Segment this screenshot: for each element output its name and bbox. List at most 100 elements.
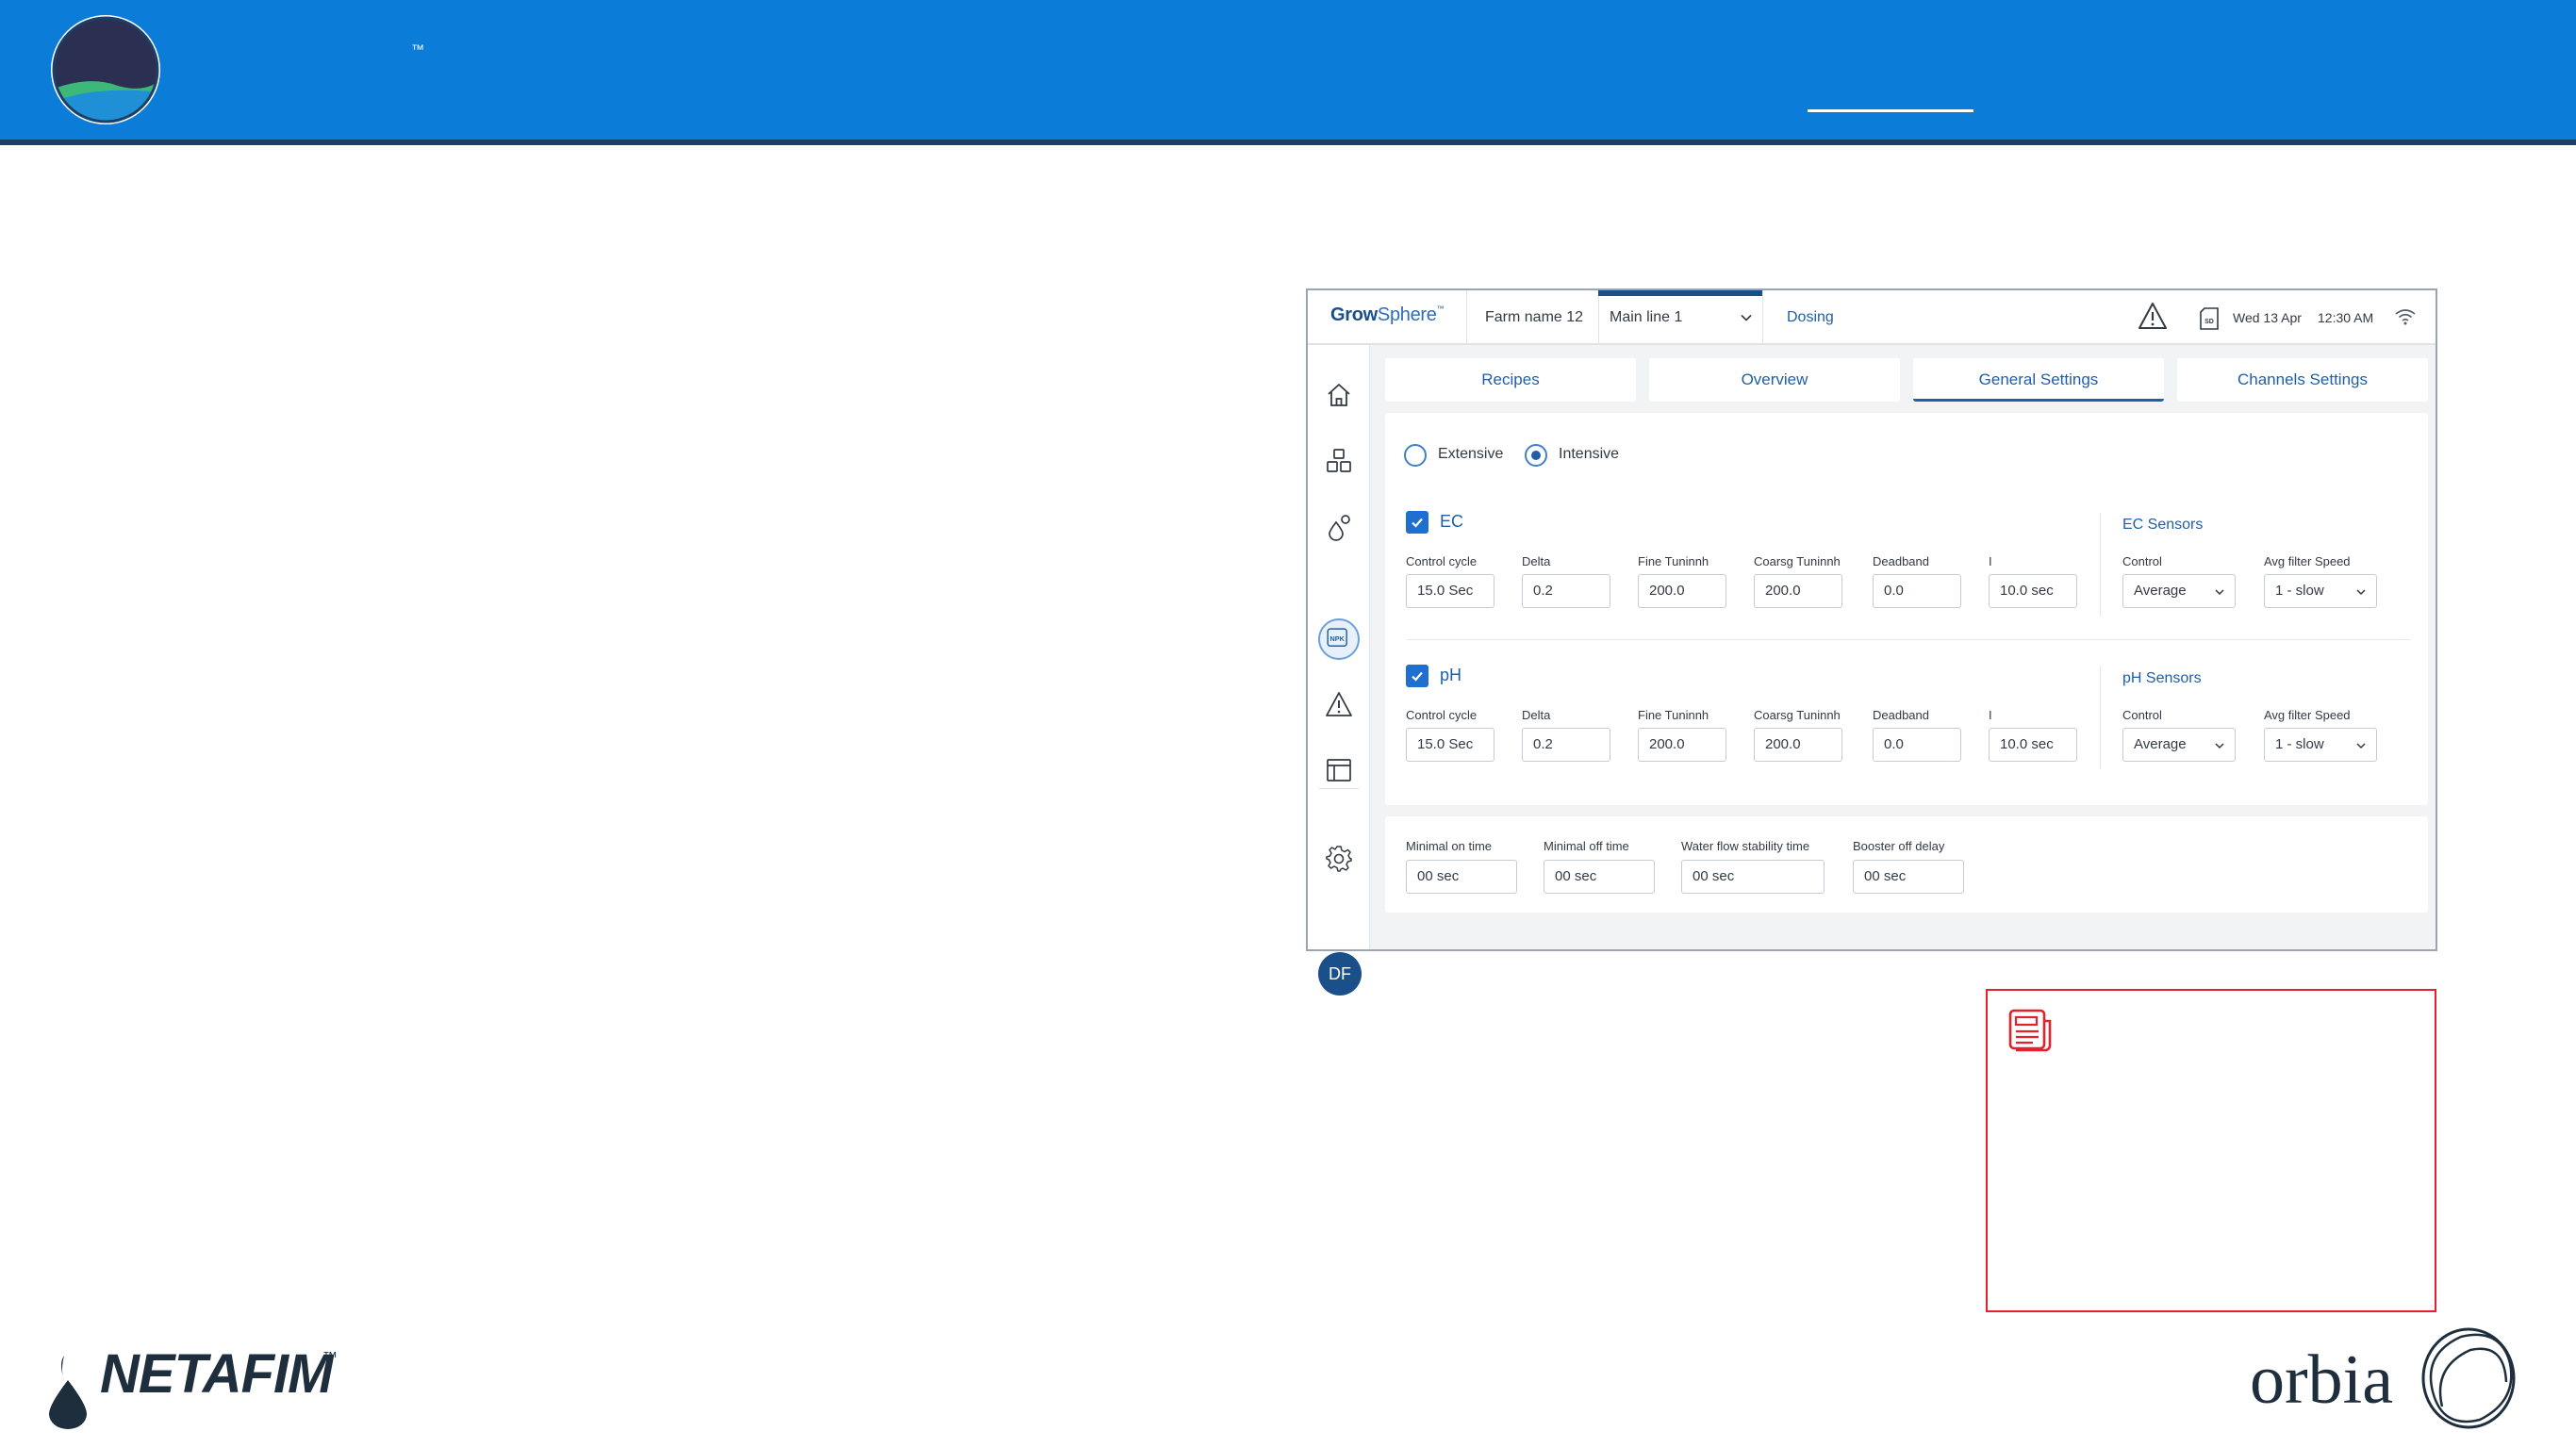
field-label: Avg filter Speed [2264, 708, 2351, 722]
ec-fine-tuning-input[interactable]: 200.0 [1638, 574, 1726, 608]
section-divider [2100, 666, 2101, 769]
dosing-icon[interactable] [1325, 513, 1353, 541]
home-icon[interactable] [1325, 381, 1353, 409]
ec-i-input[interactable]: 10.0 sec [1989, 574, 2077, 608]
brand-logo [51, 15, 160, 124]
note-box [1986, 989, 2436, 1312]
svg-text:SD: SD [2204, 319, 2214, 325]
main-line-select[interactable]: Main line 1 [1598, 290, 1762, 343]
fertigation-icon[interactable] [1325, 447, 1353, 475]
check-icon [1412, 671, 1423, 682]
orbia-logo-mark [2421, 1327, 2516, 1429]
tab-general-settings[interactable]: General Settings [1913, 358, 2164, 402]
field-label: Minimal off time [1544, 839, 1629, 853]
ph-control-select[interactable]: Average [2122, 728, 2236, 762]
minimal-off-time-input[interactable]: 00 sec [1544, 860, 1655, 894]
minimal-on-time-input[interactable]: 00 sec [1406, 860, 1517, 894]
header-time: 12:30 AM [2318, 310, 2374, 325]
app-sidebar: NPK DF [1308, 345, 1370, 996]
field-label: Coarsg Tuninnh [1754, 708, 1841, 722]
breadcrumb-dosing[interactable]: Dosing [1787, 309, 1834, 326]
select-value: Average [2134, 583, 2187, 599]
field-label: Control [2122, 708, 2162, 722]
header-divider [1762, 290, 1763, 343]
ec-deadband-input[interactable]: 0.0 [1873, 574, 1961, 608]
field-label: Booster off delay [1853, 839, 1945, 853]
ec-control-cycle-input[interactable]: 15.0 Sec [1406, 574, 1494, 608]
field-label: I [1989, 708, 1992, 722]
ec-filter-speed-select[interactable]: 1 - slow [2264, 574, 2377, 608]
npk-icon[interactable]: NPK [1318, 618, 1360, 660]
header-divider [1466, 290, 1467, 343]
ec-sensors-title: EC Sensors [2122, 517, 2204, 533]
app-header: GrowSphere™ Farm name 12 Main line 1 Dos… [1308, 290, 2436, 345]
water-flow-stability-input[interactable]: 00 sec [1681, 860, 1825, 894]
ph-fine-tuning-input[interactable]: 200.0 [1638, 728, 1726, 762]
chevron-down-icon [2356, 589, 2366, 596]
field-label: Delta [1522, 554, 1551, 568]
banner-active-underline [1808, 109, 1973, 112]
radio-intensive[interactable] [1525, 444, 1547, 467]
ec-delta-input[interactable]: 0.2 [1522, 574, 1610, 608]
netafim-trademark: ™ [322, 1350, 338, 1366]
ph-delta-input[interactable]: 0.2 [1522, 728, 1610, 762]
settings-icon[interactable] [1325, 845, 1353, 873]
sd-card-icon: SD [2200, 307, 2219, 330]
select-value: 1 - slow [2275, 583, 2324, 599]
field-label: Delta [1522, 708, 1551, 722]
svg-text:NPK: NPK [1330, 634, 1346, 643]
banner-rule [0, 140, 2576, 145]
top-banner: ™ [0, 0, 2576, 140]
field-label: Control [2122, 554, 2162, 568]
ph-checkbox[interactable] [1406, 665, 1428, 687]
field-label: Deadband [1873, 708, 1929, 722]
booster-off-delay-input[interactable]: 00 sec [1853, 860, 1964, 894]
ph-i-input[interactable]: 10.0 sec [1989, 728, 2077, 762]
document-icon [2008, 1009, 2052, 1052]
ec-title: EC [1440, 512, 1464, 531]
slide: ™ GrowSphere™ Farm name 12 Main line 1 D… [0, 0, 2576, 1448]
field-label: Minimal on time [1406, 839, 1493, 853]
field-label: Coarsg Tuninnh [1754, 554, 1841, 568]
tab-recipes[interactable]: Recipes [1385, 358, 1636, 402]
netafim-wordmark: NETAFIM [100, 1343, 333, 1405]
ph-deadband-input[interactable]: 0.0 [1873, 728, 1961, 762]
general-settings-panel: Extensive Intensive EC Control cycle 15.… [1385, 413, 2428, 805]
radio-extensive[interactable] [1404, 444, 1427, 467]
user-avatar[interactable]: DF [1318, 952, 1362, 996]
field-label: Avg filter Speed [2264, 554, 2351, 568]
section-divider [2100, 513, 2101, 617]
alarm-icon[interactable] [1325, 690, 1353, 718]
orbia-wordmark: orbia [2250, 1341, 2394, 1419]
netafim-drop-logo [49, 1356, 87, 1429]
main-line-value: Main line 1 [1610, 309, 1683, 325]
ec-coarse-tuning-input[interactable]: 200.0 [1754, 574, 1842, 608]
ec-control-select[interactable]: Average [2122, 574, 2236, 608]
ph-title: pH [1440, 666, 1462, 684]
tab-channels-settings[interactable]: Channels Settings [2177, 358, 2428, 402]
field-label: Water flow stability time [1681, 839, 1810, 853]
brand-trademark: ™ [411, 41, 424, 57]
radio-selected-dot [1531, 451, 1541, 460]
ph-control-cycle-input[interactable]: 15.0 Sec [1406, 728, 1494, 762]
ec-checkbox[interactable] [1406, 511, 1428, 534]
radio-intensive-label: Intensive [1559, 446, 1620, 462]
ph-filter-speed-select[interactable]: 1 - slow [2264, 728, 2377, 762]
header-date: Wed 13 Apr [2233, 310, 2302, 325]
select-value: 1 - slow [2275, 736, 2324, 752]
growsphere-app-screenshot: GrowSphere™ Farm name 12 Main line 1 Dos… [1306, 288, 2437, 996]
chevron-down-icon [2215, 743, 2224, 749]
ph-coarse-tuning-input[interactable]: 200.0 [1754, 728, 1842, 762]
timing-panel: Minimal on time 00 sec Minimal off time … [1385, 816, 2428, 913]
select-value: Average [2134, 736, 2187, 752]
field-label: Control cycle [1406, 708, 1478, 722]
ph-sensors-title: pH Sensors [2122, 670, 2202, 686]
table-icon[interactable] [1325, 756, 1353, 784]
warning-icon[interactable] [2138, 302, 2168, 330]
farm-name[interactable]: Farm name 12 [1485, 309, 1583, 326]
chevron-down-icon [2356, 743, 2366, 749]
field-label: Fine Tuninnh [1638, 708, 1709, 722]
field-label: Deadband [1873, 554, 1929, 568]
field-label: Fine Tuninnh [1638, 554, 1709, 568]
tab-overview[interactable]: Overview [1649, 358, 1900, 402]
